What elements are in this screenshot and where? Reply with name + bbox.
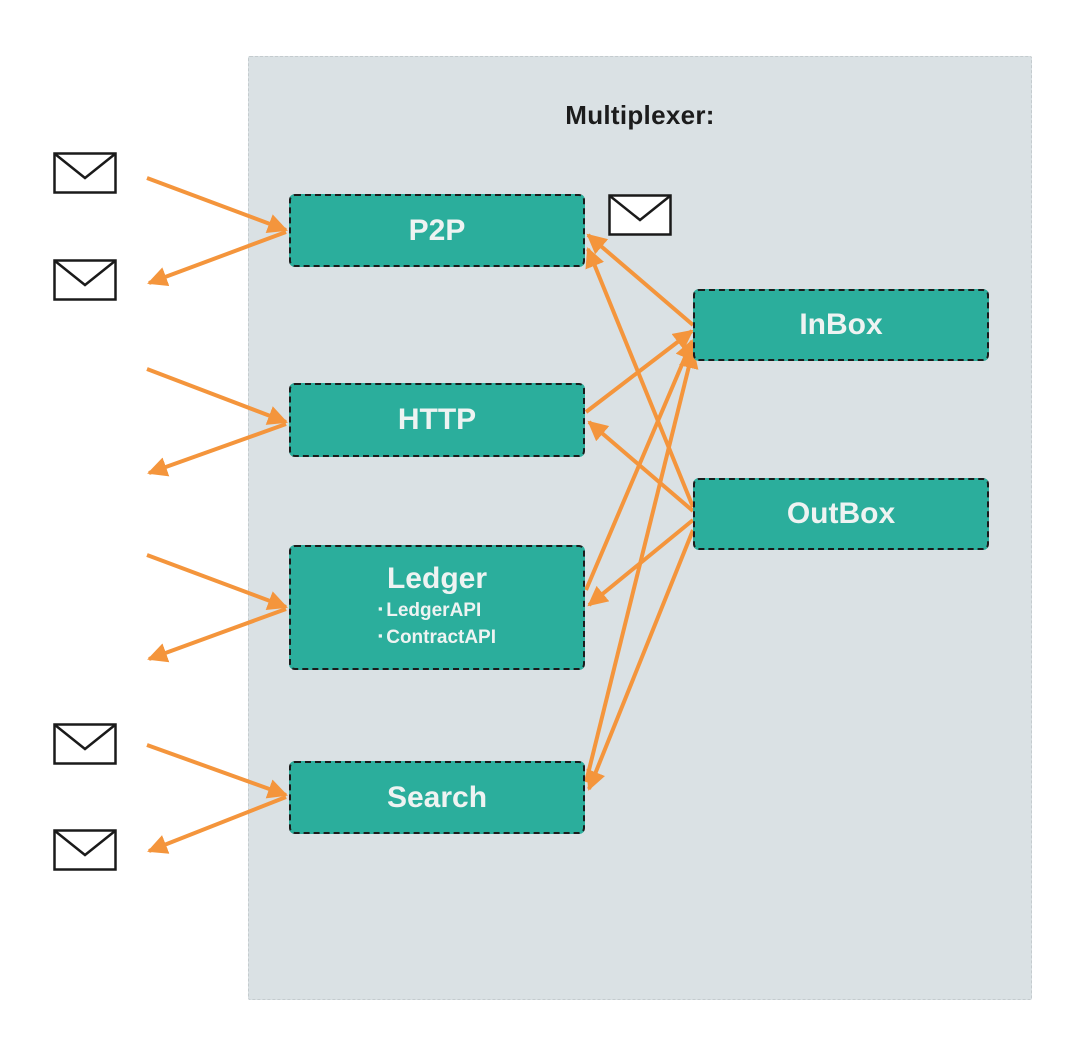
ledger-label: Ledger — [386, 561, 488, 595]
ledger-api-list: LedgerAPI ContractAPI — [378, 598, 496, 651]
envelope-icon — [53, 152, 117, 194]
ledger-node[interactable]: Ledger LedgerAPI ContractAPI — [289, 545, 585, 670]
search-label: Search — [386, 780, 488, 814]
http-label: HTTP — [397, 403, 477, 436]
http-node[interactable]: HTTP — [289, 383, 585, 457]
envelope-icon — [53, 829, 117, 871]
p2p-node[interactable]: P2P — [289, 194, 585, 267]
envelope-icon — [608, 194, 672, 236]
contract-api-item: ContractAPI — [378, 625, 496, 652]
p2p-label: P2P — [408, 213, 466, 247]
inbox-label: InBox — [799, 308, 883, 341]
envelope-icon — [53, 723, 117, 765]
inbox-node[interactable]: InBox — [693, 289, 989, 361]
outbox-label: OutBox — [786, 497, 896, 530]
search-node[interactable]: Search — [289, 761, 585, 834]
outbox-node[interactable]: OutBox — [693, 478, 989, 550]
diagram-title: Multiplexer: — [565, 100, 715, 130]
envelope-icon — [53, 259, 117, 301]
ledger-api-item: LedgerAPI — [378, 598, 481, 625]
